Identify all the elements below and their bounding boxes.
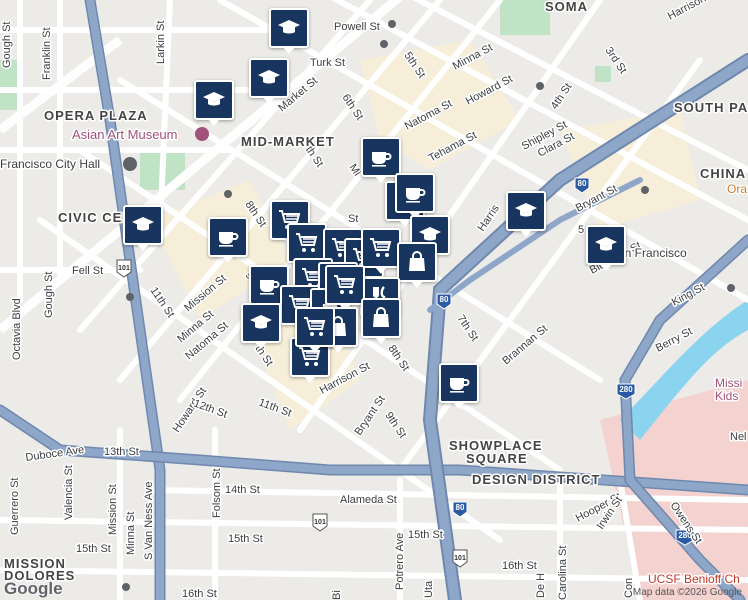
street-label: Potrero Ave (394, 533, 406, 590)
graduation-cap-icon (514, 199, 538, 223)
map-marker-school[interactable] (506, 191, 546, 237)
street-label: Larkin St (155, 21, 167, 64)
neighborhood-label: SOUTH PAR (674, 100, 748, 115)
map-marker-school[interactable] (249, 58, 289, 104)
street-label: Octavia Blvd (11, 298, 23, 360)
neighborhood-label: DESIGN DISTRICT (472, 472, 600, 487)
transit-station-icon (224, 190, 232, 198)
transit-station-icon (727, 284, 735, 292)
street-label: Uta (423, 580, 435, 598)
street-label: Minna St (125, 512, 137, 555)
coffee-cup-icon (403, 181, 427, 205)
map-marker-grocery[interactable] (287, 223, 327, 269)
street-label: Carolina St (557, 546, 569, 600)
transit-station-icon (536, 82, 544, 90)
street-label: Powell St (334, 21, 380, 33)
street-label: 15th St (408, 529, 443, 541)
street-label: Guerrero St (9, 478, 21, 535)
coffee-cup-icon (257, 273, 281, 297)
street-label: Mission St (107, 484, 119, 535)
street-label: 14th St (225, 484, 260, 496)
street-label: Bi (331, 590, 343, 600)
shopping-bag-icon (369, 306, 393, 330)
graduation-cap-icon (131, 213, 155, 237)
street-label: Valencia St (63, 465, 75, 520)
coffee-cup-icon (447, 371, 471, 395)
street-label: S Van Ness Ave (143, 482, 155, 560)
shopping-cart-icon (303, 315, 327, 339)
map-marker-grocery[interactable] (325, 265, 365, 311)
shopping-cart-icon (333, 273, 357, 297)
street-label: 15th St (228, 533, 263, 545)
transit-station-icon (380, 40, 388, 48)
poi-label: UCSF Benioff Ch (648, 572, 740, 586)
street-label: Gough St (43, 272, 55, 318)
graduation-cap-icon (202, 88, 226, 112)
transit-station-icon (122, 583, 130, 591)
map-attribution[interactable]: Map data ©2026 Google (633, 587, 742, 598)
street-label: De H (535, 573, 547, 598)
street-label: 13th St (104, 446, 139, 458)
map-marker-shopping[interactable] (397, 242, 437, 288)
graduation-cap-icon (277, 16, 301, 40)
map-marker-cafe[interactable] (208, 217, 248, 263)
street-label: Fell St (72, 265, 103, 277)
coffee-cup-icon (216, 225, 240, 249)
street-label: St (348, 213, 358, 225)
shopping-cart-icon (369, 236, 393, 260)
street-label: Nel (730, 431, 747, 443)
civic-building-icon (123, 157, 137, 171)
map-marker-school[interactable] (586, 225, 626, 271)
poi-label: Ora (727, 182, 747, 196)
poi-label: Kids (715, 389, 738, 403)
map-marker-shopping[interactable] (361, 298, 401, 344)
map-marker-school[interactable] (269, 8, 309, 54)
museum-icon (195, 127, 209, 141)
neighborhood-label: OPERA PLAZA (44, 108, 148, 123)
poi-label: an Francisco (618, 246, 687, 260)
graduation-cap-icon (249, 311, 273, 335)
street-label: Folsom St (211, 468, 223, 518)
street-label: 16th St (502, 560, 537, 572)
map-marker-school[interactable] (194, 80, 234, 126)
neighborhood-label: MID-MARKET (241, 134, 335, 149)
svg-text:101: 101 (118, 265, 130, 272)
transit-station-icon (641, 186, 649, 194)
poi-label: Asian Art Museum (72, 127, 178, 142)
svg-text:80: 80 (440, 295, 449, 304)
map-marker-cafe[interactable] (361, 137, 401, 183)
google-logo: Google (4, 579, 63, 598)
transit-station-icon (126, 293, 134, 301)
poi-label: Francisco City Hall (0, 157, 100, 171)
street-label: 16th St (182, 588, 217, 600)
map-marker-school[interactable] (241, 303, 281, 349)
shopping-bag-icon (405, 250, 429, 274)
svg-text:101: 101 (454, 555, 466, 562)
svg-text:101: 101 (314, 519, 326, 526)
map-marker-grocery[interactable] (295, 307, 335, 353)
street-label: Turk St (310, 57, 345, 69)
svg-text:280: 280 (619, 385, 633, 394)
neighborhood-label: SOMA (545, 0, 588, 14)
poi-label: Missi (715, 376, 742, 390)
neighborhood-label: SQUARE (466, 451, 528, 466)
graduation-cap-icon (257, 66, 281, 90)
neighborhood-label: CHINA (700, 166, 746, 181)
map-marker-cafe[interactable] (395, 173, 435, 219)
map-marker-grocery[interactable] (361, 228, 401, 274)
coffee-cup-icon (369, 145, 393, 169)
street-label: Alameda St (340, 494, 397, 506)
graduation-cap-icon (594, 233, 618, 257)
svg-text:80: 80 (456, 503, 465, 512)
street-label: Franklin St (41, 27, 53, 80)
svg-text:80: 80 (578, 179, 587, 188)
map-marker-school[interactable] (123, 205, 163, 251)
street-label: 15th St (76, 543, 111, 555)
street-label: Gough St (1, 22, 13, 68)
map-marker-cafe[interactable] (439, 363, 479, 409)
transit-station-icon (388, 20, 396, 28)
shopping-cart-icon (295, 231, 319, 255)
street-label: 5 (578, 224, 584, 236)
